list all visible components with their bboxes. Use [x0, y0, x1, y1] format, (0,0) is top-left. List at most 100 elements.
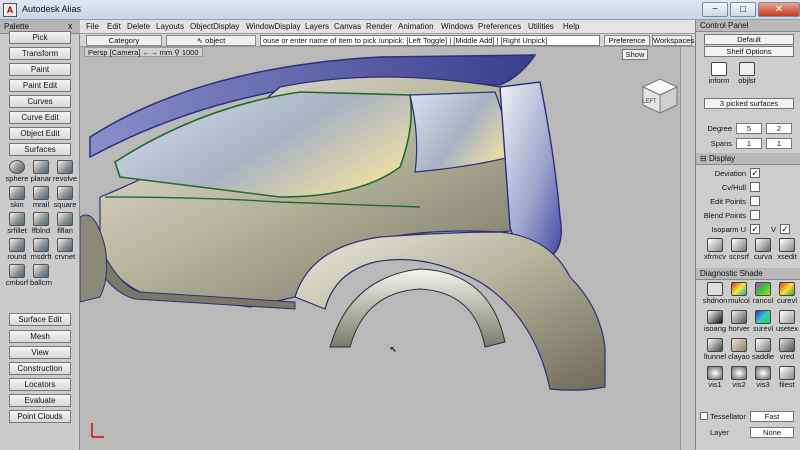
xsedit-icon: [779, 238, 795, 252]
point-clouds-button[interactable]: Point Clouds: [9, 410, 71, 423]
edit-points-checkbox[interactable]: [750, 196, 760, 206]
maximize-button[interactable]: □: [730, 2, 756, 17]
filest-tool[interactable]: filest: [774, 366, 800, 389]
xfrmcv-icon: [707, 238, 723, 252]
viewport-label[interactable]: Persp [Camera] ←→ mm ⚲ 1000: [84, 47, 203, 57]
curve-edit-button[interactable]: Curve Edit: [9, 111, 71, 124]
revolve-tool[interactable]: revolve: [53, 160, 77, 183]
usetex-tool[interactable]: usetex: [774, 310, 800, 333]
layer-dropdown[interactable]: None: [750, 427, 794, 438]
picked-surfaces-dropdown[interactable]: 3 picked surfaces: [704, 98, 794, 109]
construction-button[interactable]: Construction: [9, 362, 71, 375]
square-icon: [57, 186, 73, 200]
surfaces-button[interactable]: Surfaces: [9, 143, 71, 156]
menu-utilities[interactable]: Utilities: [528, 22, 554, 31]
perspective-viewport[interactable]: LEFT Persp [Camera] ←→ mm ⚲ 1000 Show: [80, 47, 695, 450]
view-button[interactable]: View: [9, 346, 71, 359]
ffblnd-icon: [33, 212, 49, 226]
deviation-checkbox[interactable]: ✓: [750, 168, 760, 178]
menu-layers[interactable]: Layers: [305, 22, 329, 31]
crvnet-tool[interactable]: crvnet: [53, 238, 77, 261]
mouse-cursor-icon: [390, 347, 396, 352]
isoparm-u-checkbox[interactable]: ✓: [750, 224, 760, 234]
curevl-icon: [779, 282, 795, 296]
locators-button[interactable]: Locators: [9, 378, 71, 391]
deviation-label: Deviation: [714, 169, 746, 178]
show-button[interactable]: Show: [622, 49, 648, 60]
vis1-icon: [707, 366, 723, 380]
mesh-button[interactable]: Mesh: [9, 330, 71, 343]
paint-button[interactable]: Paint: [9, 63, 71, 76]
edit-points-label: Edit Points: [710, 197, 746, 206]
curva-icon: [755, 238, 771, 252]
cvhull-checkbox[interactable]: [750, 182, 760, 192]
pick-button[interactable]: Pick: [9, 31, 71, 44]
menu-preferences[interactable]: Preferences: [478, 22, 521, 31]
spans-u-field[interactable]: 1: [736, 138, 762, 149]
isoparm-v-label: V: [770, 225, 776, 234]
rear-window[interactable]: [409, 91, 511, 173]
menu-canvas[interactable]: Canvas: [334, 22, 361, 31]
paint-edit-button[interactable]: Paint Edit: [9, 79, 71, 92]
vred-tool[interactable]: vred: [774, 338, 800, 361]
palette-close-icon[interactable]: x: [68, 21, 73, 31]
inform-icon: [711, 62, 727, 76]
viewcube[interactable]: [641, 78, 679, 114]
category-tab[interactable]: Category: [86, 35, 162, 46]
vred-icon: [779, 338, 795, 352]
display-header[interactable]: ⊟ Display: [696, 153, 800, 165]
car-model-render[interactable]: [80, 47, 695, 450]
minimize-button[interactable]: −: [702, 2, 728, 17]
menu-objectdisplay[interactable]: ObjectDisplay: [190, 22, 239, 31]
spans-v-field[interactable]: 1: [766, 138, 792, 149]
workspaces-tab[interactable]: Workspaces: [652, 35, 694, 46]
menu-bar: File Edit Delete Layouts ObjectDisplay W…: [80, 20, 695, 34]
menu-windows[interactable]: Windows: [441, 22, 473, 31]
layer-label: Layer: [710, 428, 729, 437]
degree-v-field[interactable]: 2: [766, 123, 792, 134]
filest-icon: [779, 366, 795, 380]
viewport-scrollbar[interactable]: [680, 47, 695, 450]
menu-render[interactable]: Render: [366, 22, 392, 31]
vis3-icon: [755, 366, 771, 380]
evaluate-button[interactable]: Evaluate: [9, 394, 71, 407]
round-icon: [9, 238, 25, 252]
degree-label: Degree: [707, 124, 732, 133]
menu-windowdisplay[interactable]: WindowDisplay: [246, 22, 301, 31]
rear-fender-surface[interactable]: [294, 231, 606, 391]
menu-layouts[interactable]: Layouts: [156, 22, 184, 31]
preference-sets-tab[interactable]: Preference Sets: [604, 35, 650, 54]
diagnostic-shade-header[interactable]: Diagnostic Shade: [696, 268, 800, 280]
blend-points-checkbox[interactable]: [750, 210, 760, 220]
transform-button[interactable]: Transform: [9, 47, 71, 60]
palette-panel: Palette x Pick Transform Paint Paint Edi…: [0, 20, 80, 450]
flflan-tool[interactable]: flflan: [53, 212, 77, 235]
viewcube-label: LEFT: [642, 99, 657, 105]
default-dropdown[interactable]: Default: [704, 34, 794, 45]
degree-u-field[interactable]: 5: [736, 123, 762, 134]
curevl-tool[interactable]: curevl: [774, 282, 800, 305]
curves-button[interactable]: Curves: [9, 95, 71, 108]
square-tool[interactable]: square: [53, 186, 77, 209]
flflan-icon: [57, 212, 73, 226]
shelf-options-dropdown[interactable]: Shelf Options: [704, 46, 794, 57]
xsedit-tool[interactable]: xsedit: [774, 238, 800, 261]
isoang-icon: [707, 310, 723, 324]
tessellator-checkbox[interactable]: [700, 412, 708, 420]
isoparm-v-checkbox[interactable]: ✓: [780, 224, 790, 234]
menu-animation[interactable]: Animation: [398, 22, 434, 31]
ballcrn-tool[interactable]: ballcrn: [29, 264, 53, 287]
close-button[interactable]: ✕: [758, 2, 800, 17]
surface-edit-button[interactable]: Surface Edit: [9, 313, 71, 326]
cvhull-label: Cv/Hull: [721, 183, 746, 192]
menu-delete[interactable]: Delete: [127, 22, 150, 31]
menu-file[interactable]: File: [86, 22, 99, 31]
menu-help[interactable]: Help: [563, 22, 579, 31]
crvnet-icon: [57, 238, 73, 252]
objlst-tool[interactable]: objlst: [734, 62, 760, 85]
object-tab[interactable]: ⇖ object: [166, 35, 256, 46]
tessellator-dropdown[interactable]: Fast: [750, 411, 794, 422]
menu-edit[interactable]: Edit: [107, 22, 121, 31]
inform-tool[interactable]: inform: [706, 62, 732, 85]
object-edit-button[interactable]: Object Edit: [9, 127, 71, 140]
